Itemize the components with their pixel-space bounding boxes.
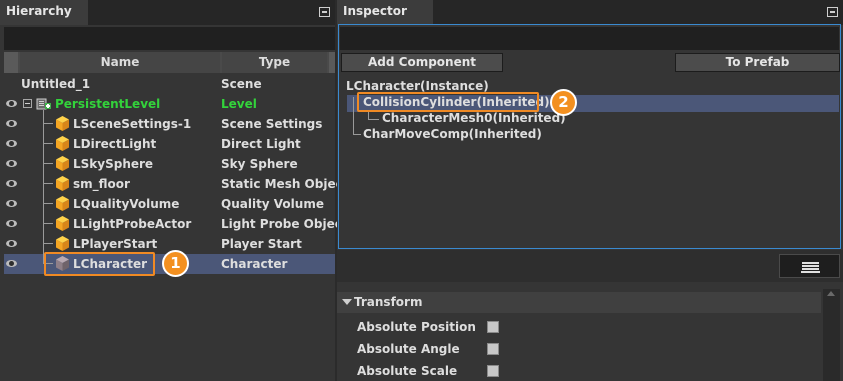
hierarchy-row-qualityvolume[interactable]: LQualityVolume Quality Volume <box>4 194 335 214</box>
hierarchy-tabbar: Hierarchy <box>0 0 335 25</box>
row-name: LDirectLight <box>73 137 157 151</box>
absolute-scale-checkbox[interactable] <box>487 365 499 377</box>
cube-icon <box>56 156 69 171</box>
hierarchy-table-header: Name Type <box>4 52 335 73</box>
row-type: Sky Sphere <box>221 157 298 171</box>
transform-section-header[interactable]: Transform <box>337 292 821 313</box>
row-type: Character <box>221 257 288 271</box>
level-icon <box>36 98 51 110</box>
row-type: Level <box>221 97 257 111</box>
header-corner <box>4 52 18 73</box>
cube-icon <box>56 196 69 211</box>
absolute-position-checkbox[interactable] <box>487 321 499 333</box>
absolute-angle-checkbox[interactable] <box>487 343 499 355</box>
inspector-tabbar: Inspector <box>337 0 843 25</box>
inspector-search-input[interactable] <box>340 27 839 50</box>
hierarchy-row-scenesettings[interactable]: LSceneSettings-1 Scene Settings <box>4 114 335 134</box>
row-name: LQualityVolume <box>73 197 180 211</box>
row-type: Quality Volume <box>221 197 324 211</box>
eye-icon[interactable] <box>6 100 17 107</box>
scroll-up-icon[interactable] <box>827 291 835 296</box>
eye-icon[interactable] <box>6 220 17 227</box>
highlight-collisioncylinder <box>357 92 539 112</box>
row-type: Light Probe Object <box>221 217 348 231</box>
prop-absolute-position: Absolute Position <box>357 320 476 334</box>
tree-connector <box>43 234 53 244</box>
row-type: Scene <box>221 77 262 91</box>
highlight-lcharacter <box>44 252 155 276</box>
eye-icon[interactable] <box>6 200 17 207</box>
eye-icon[interactable] <box>6 260 17 267</box>
tree-connector <box>43 114 53 124</box>
hierarchy-row-skysphere[interactable]: LSkySphere Sky Sphere <box>4 154 335 174</box>
component-item-charmovecomp[interactable]: CharMoveComp(Inherited) <box>363 127 542 144</box>
eye-icon[interactable] <box>6 160 17 167</box>
column-header-type[interactable]: Type <box>222 52 327 73</box>
tree-connector <box>43 174 53 184</box>
eye-icon[interactable] <box>6 120 17 127</box>
row-type: Direct Light <box>221 137 301 151</box>
tab-inspector[interactable]: Inspector <box>337 0 433 25</box>
row-name: sm_floor <box>73 177 130 191</box>
hierarchy-row-smfloor[interactable]: sm_floor Static Mesh Object <box>4 174 348 194</box>
eye-icon[interactable] <box>6 180 17 187</box>
eye-icon[interactable] <box>6 240 17 247</box>
row-name: PersistentLevel <box>55 97 161 111</box>
transform-header-label: Transform <box>354 295 423 309</box>
cube-icon <box>56 176 69 191</box>
pin-icon[interactable] <box>827 7 838 17</box>
row-name: LSkySphere <box>73 157 154 171</box>
pin-icon[interactable] <box>319 7 330 17</box>
prop-absolute-angle: Absolute Angle <box>357 342 460 356</box>
tree-connector <box>43 214 53 224</box>
cube-icon <box>56 116 69 131</box>
row-type: Static Mesh Object <box>221 177 349 191</box>
component-item-charactermesh[interactable]: CharacterMesh0(Inherited) <box>382 111 566 128</box>
callout-badge-1: 1 <box>162 250 189 277</box>
row-type: Player Start <box>221 237 302 251</box>
list-view-button[interactable] <box>779 254 840 278</box>
tree-connector <box>43 154 53 164</box>
column-header-name[interactable]: Name <box>20 52 220 73</box>
tab-hierarchy[interactable]: Hierarchy <box>0 0 88 25</box>
row-type: Scene Settings <box>221 117 323 131</box>
component-tree-area: Add Component To Prefab LCharacter(Insta… <box>338 24 841 249</box>
header-end <box>329 52 335 73</box>
inspector-panel: Inspector Add Component To Prefab LChara… <box>337 0 843 381</box>
add-component-button[interactable]: Add Component <box>341 53 503 72</box>
row-name: Untitled_1 <box>21 77 91 91</box>
row-name: LPlayerStart <box>73 237 158 251</box>
hierarchy-row-directlight[interactable]: LDirectLight Direct Light <box>4 134 335 154</box>
expand-arrow-icon[interactable] <box>342 299 352 305</box>
cube-icon <box>56 236 69 251</box>
row-name: LSceneSettings-1 <box>73 117 192 131</box>
details-toolbar <box>337 250 843 282</box>
eye-icon[interactable] <box>6 140 17 147</box>
hierarchy-row-persistentlevel[interactable]: PersistentLevel Level <box>4 94 335 114</box>
hierarchy-row-lightprobe[interactable]: LLightProbeActor Light Probe Object <box>4 214 348 234</box>
collapse-icon[interactable] <box>23 99 32 108</box>
callout-badge-2: 2 <box>550 89 577 116</box>
hierarchy-row-untitled[interactable]: Untitled_1 Scene <box>4 74 335 94</box>
prop-absolute-scale: Absolute Scale <box>357 364 458 378</box>
to-prefab-button[interactable]: To Prefab <box>675 53 840 72</box>
hierarchy-search-input[interactable] <box>4 27 335 50</box>
cube-icon <box>56 136 69 151</box>
tree-connector <box>43 194 53 204</box>
tree-connector <box>43 134 53 144</box>
hierarchy-panel: Hierarchy Name Type Untitled_1 Scene Per… <box>0 0 348 381</box>
cube-icon <box>56 216 69 231</box>
row-name: LLightProbeActor <box>73 217 192 231</box>
details-scrollbar[interactable] <box>823 289 840 381</box>
